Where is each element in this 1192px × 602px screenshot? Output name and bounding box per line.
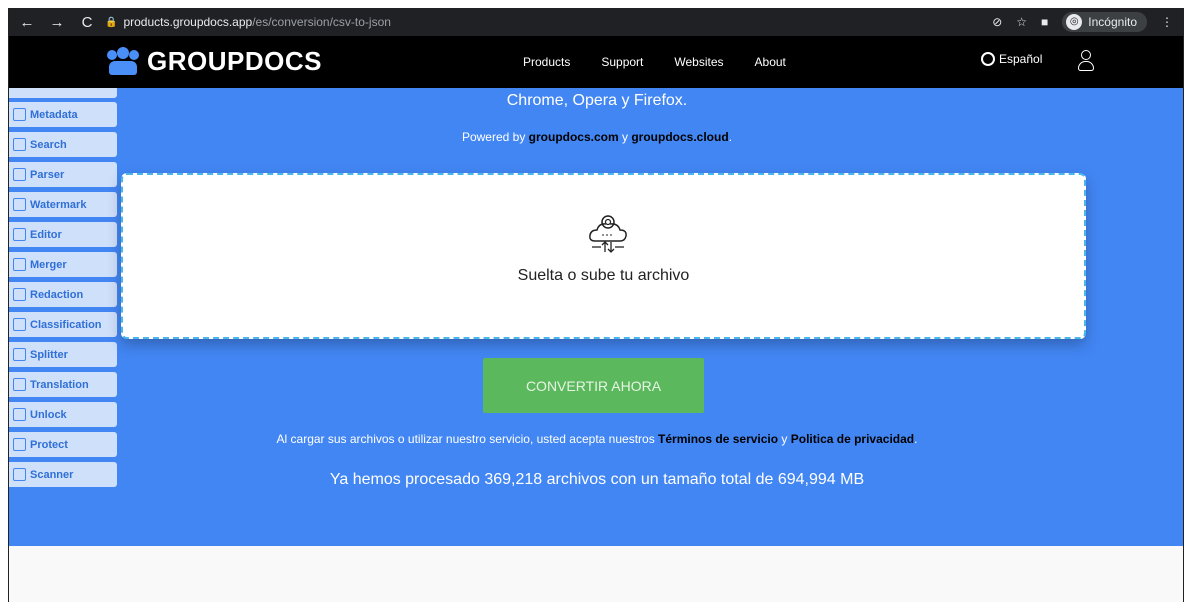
side-panel-icon[interactable]: ■	[1041, 15, 1048, 29]
reload-icon[interactable]: C	[79, 14, 95, 31]
incognito-icon: ◎	[1066, 14, 1083, 30]
page-below-fold	[9, 546, 1183, 602]
site-header: GROUPDOCS Products Support Websites Abou…	[9, 36, 1183, 88]
search-icon	[13, 138, 26, 151]
globe-icon	[981, 52, 995, 66]
processing-stats: Ya hemos procesado 369,218 archivos con …	[329, 471, 865, 488]
sidebar-item-label: Translation	[30, 378, 89, 391]
sidebar-item-label: Splitter	[30, 348, 68, 361]
translation-icon	[13, 378, 26, 391]
nav-support[interactable]: Support	[601, 55, 643, 69]
nav-about[interactable]: About	[755, 55, 786, 69]
nav-products[interactable]: Products	[523, 55, 570, 69]
metadata-icon	[13, 108, 26, 121]
powered-prefix: Powered by	[461, 130, 529, 144]
terms-prefix: Al cargar sus archivos o utilizar nuestr…	[276, 432, 659, 446]
privacy-policy-link[interactable]: Politica de privacidad	[791, 432, 914, 446]
sidebar-item-translation[interactable]: Translation	[9, 372, 117, 397]
unlock-icon	[13, 408, 26, 421]
forward-icon[interactable]: →	[49, 14, 65, 31]
sidebar-item-watermark[interactable]: Watermark	[9, 192, 117, 217]
star-icon[interactable]: ☆	[1016, 15, 1027, 29]
sidebar-item-metadata[interactable]: Metadata	[9, 102, 117, 127]
sidebar-item-label: Search	[30, 138, 67, 151]
sidebar-item-cut[interactable]	[9, 88, 117, 98]
lock-icon: 🔒	[105, 16, 118, 28]
terms-suffix: .	[914, 432, 918, 446]
sidebar-item-editor[interactable]: Editor	[9, 222, 117, 247]
incognito-label: Incógnito	[1088, 15, 1137, 29]
classification-icon	[13, 318, 26, 331]
powered-by: Powered by groupdocs.com y groupdocs.clo…	[9, 130, 1183, 144]
url-host: products.groupdocs.app	[123, 15, 253, 29]
sidebar-item-merger[interactable]: Merger	[9, 252, 117, 277]
back-icon[interactable]: ←	[19, 14, 35, 31]
terms-notice: Al cargar sus archivos o utilizar nuestr…	[9, 432, 1183, 446]
powered-suffix: .	[728, 130, 733, 144]
sidebar-item-unlock[interactable]: Unlock	[9, 402, 117, 427]
convert-now-button[interactable]: CONVERTIR AHORA	[483, 358, 704, 413]
file-drop-zone[interactable]: Suelta o sube tu archivo	[121, 173, 1086, 339]
splitter-icon	[13, 348, 26, 361]
groupdocs-logo[interactable]: GROUPDOCS	[107, 46, 322, 77]
incognito-badge[interactable]: ◎ Incógnito	[1062, 12, 1147, 32]
sidebar-item-parser[interactable]: Parser	[9, 162, 117, 187]
powered-mid: y	[618, 130, 632, 144]
sidebar-item-search[interactable]: Search	[9, 132, 117, 157]
editor-icon	[13, 228, 26, 241]
hero-subtitle: Chrome, Opera y Firefox.	[506, 92, 688, 109]
url-path: /es/conversion/csv-to-json	[252, 15, 391, 29]
merger-icon	[13, 258, 26, 271]
parser-icon	[13, 168, 26, 181]
language-selector[interactable]: Español	[981, 52, 1042, 66]
sidebar-item-label: Classification	[30, 318, 102, 331]
terms-of-service-link[interactable]: Términos de servicio	[658, 432, 778, 446]
eye-off-icon[interactable]: ⊘	[992, 15, 1002, 29]
cloud-upload-icon	[589, 215, 627, 253]
sidebar-item-redaction[interactable]: Redaction	[9, 282, 117, 307]
redaction-icon	[13, 288, 26, 301]
groupdocs-com-link[interactable]: groupdocs.com	[529, 130, 619, 144]
sidebar-item-label: Parser	[30, 168, 65, 181]
nav-websites[interactable]: Websites	[674, 55, 723, 69]
drop-instruction[interactable]: Suelta o sube tu archivo	[123, 267, 1084, 285]
sidebar-item-label: Editor	[30, 228, 62, 241]
user-icon[interactable]	[1077, 50, 1095, 72]
sidebar-item-classification[interactable]: Classification	[9, 312, 117, 337]
main-nav: Products Support Websites About	[523, 55, 786, 69]
sidebar-item-label: Metadata	[30, 108, 78, 121]
brand-name: GROUPDOCS	[147, 46, 322, 76]
sidebar-item-splitter[interactable]: Splitter	[9, 342, 117, 367]
groupdocs-cloud-link[interactable]: groupdocs.cloud	[631, 130, 728, 144]
sidebar-item-label: Watermark	[30, 198, 87, 211]
browser-toolbar: ← → C 🔒 products.groupdocs.app/es/conver…	[9, 8, 1183, 36]
language-label: Español	[999, 52, 1043, 66]
browser-window: ← → C 🔒 products.groupdocs.app/es/conver…	[8, 8, 1184, 602]
sidebar-item-label: Redaction	[30, 288, 84, 301]
menu-icon[interactable]: ⋮	[1161, 15, 1173, 29]
terms-mid: y	[778, 432, 791, 446]
watermark-icon	[13, 198, 26, 211]
groupdocs-logo-mark	[107, 46, 139, 77]
address-bar[interactable]: 🔒 products.groupdocs.app/es/conversion/c…	[105, 11, 391, 33]
sidebar-item-label: Unlock	[30, 408, 67, 421]
sidebar-item-label: Merger	[30, 258, 67, 271]
